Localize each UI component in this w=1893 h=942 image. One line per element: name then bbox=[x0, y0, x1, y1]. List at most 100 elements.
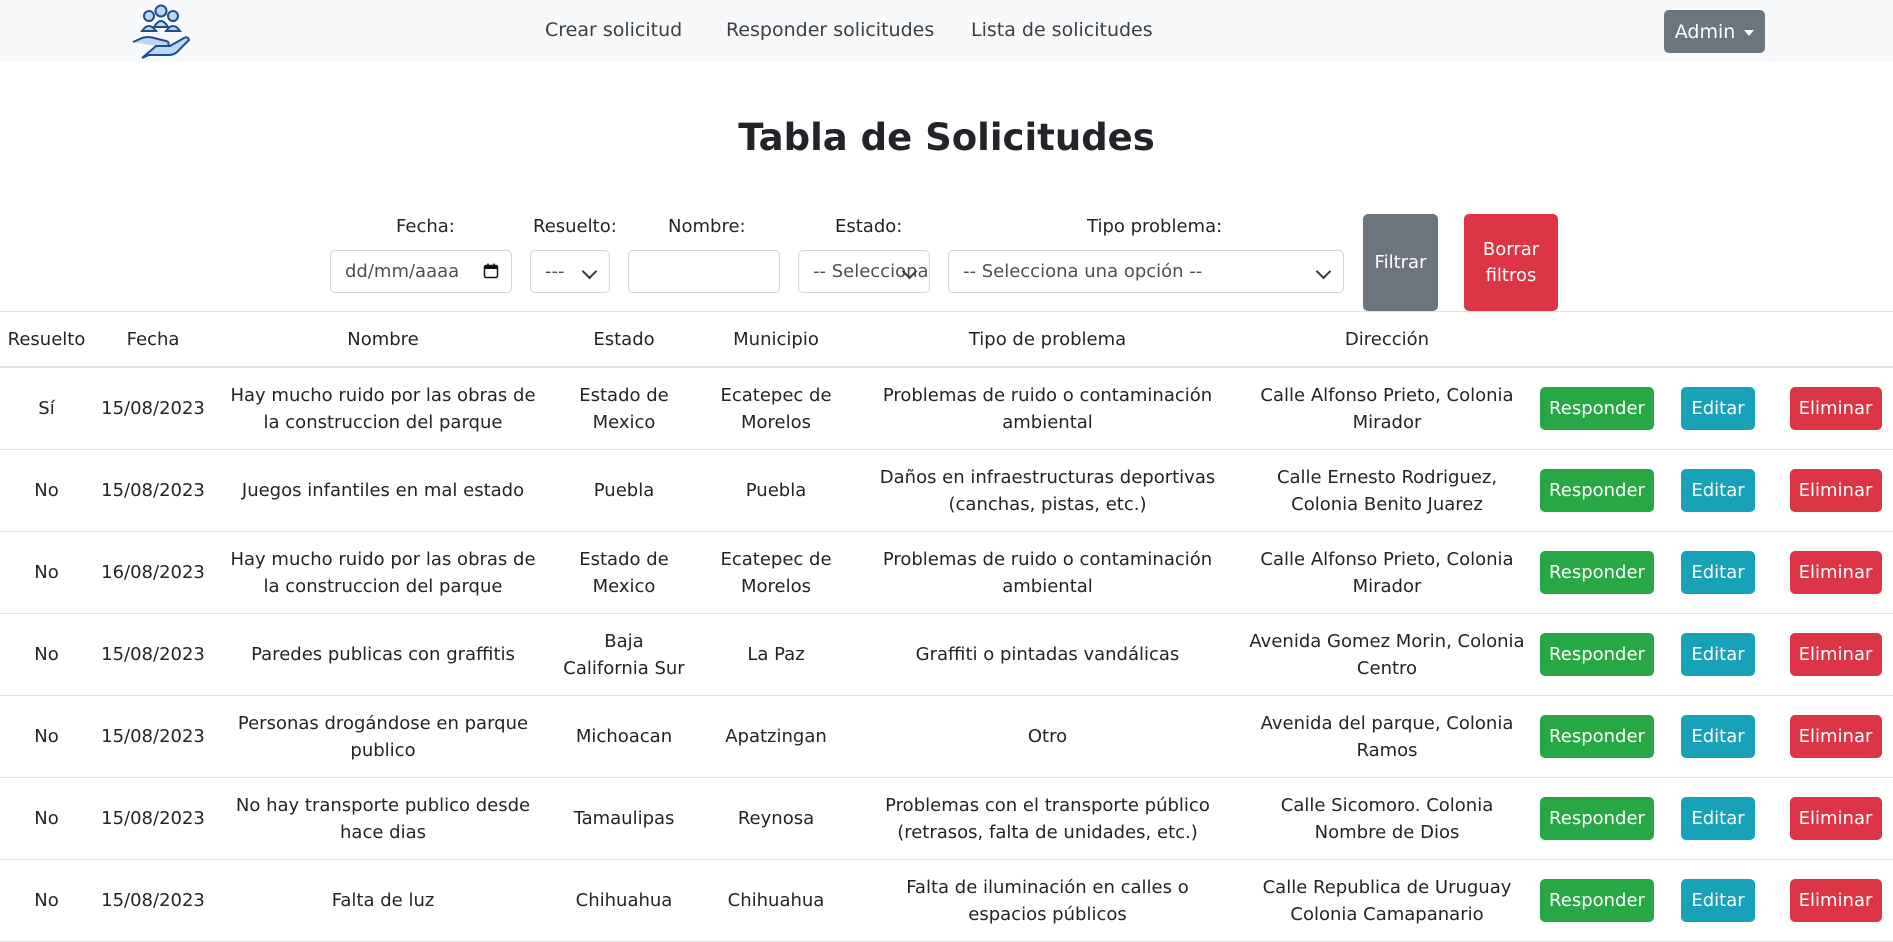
editar-button[interactable]: Editar bbox=[1681, 387, 1755, 430]
cell-fecha: 16/08/2023 bbox=[93, 531, 213, 614]
eliminar-button[interactable]: Eliminar bbox=[1789, 715, 1882, 758]
cell-tipo-problema: Falta de iluminación en calles o espacio… bbox=[857, 859, 1238, 942]
cell-fecha: 15/08/2023 bbox=[93, 367, 213, 450]
editar-button[interactable]: Editar bbox=[1681, 551, 1755, 594]
cell-resuelto: No bbox=[0, 777, 93, 860]
borrar-filtros-button[interactable]: Borrar filtros bbox=[1464, 214, 1558, 311]
table-row: No 15/08/2023 Personas drogándose en par… bbox=[0, 695, 1893, 778]
cell-municipio: Ecatepec de Morelos bbox=[695, 367, 857, 450]
cell-municipio: La Paz bbox=[695, 613, 857, 696]
editar-button[interactable]: Editar bbox=[1681, 633, 1755, 676]
chevron-down-icon bbox=[581, 263, 598, 280]
responder-button[interactable]: Responder bbox=[1540, 469, 1654, 512]
table-header-row: Resuelto Fecha Nombre Estado Municipio T… bbox=[0, 311, 1893, 368]
eliminar-button[interactable]: Eliminar bbox=[1789, 797, 1882, 840]
cell-estado: Puebla bbox=[553, 449, 695, 532]
header-direccion: Dirección bbox=[1238, 311, 1536, 368]
resuelto-select[interactable]: --- bbox=[530, 250, 610, 293]
cell-tipo-problema: Graffiti o pintadas vandálicas bbox=[857, 613, 1238, 696]
responder-button[interactable]: Responder bbox=[1540, 715, 1654, 758]
nav-responder-solicitudes[interactable]: Responder solicitudes bbox=[726, 19, 934, 41]
editar-button[interactable]: Editar bbox=[1681, 469, 1755, 512]
editar-button[interactable]: Editar bbox=[1681, 715, 1755, 758]
eliminar-button[interactable]: Eliminar bbox=[1789, 879, 1882, 922]
cell-direccion: Calle Alfonso Prieto, Colonia Mirador bbox=[1238, 531, 1536, 614]
cell-direccion: Calle Alfonso Prieto, Colonia Mirador bbox=[1238, 367, 1536, 450]
cell-nombre: Falta de luz bbox=[213, 859, 553, 942]
calendar-icon[interactable] bbox=[483, 263, 499, 279]
responder-button[interactable]: Responder bbox=[1540, 797, 1654, 840]
cell-tipo-problema: Problemas con el transporte público (ret… bbox=[857, 777, 1238, 860]
header-municipio: Municipio bbox=[695, 311, 857, 368]
responder-button[interactable]: Responder bbox=[1540, 387, 1654, 430]
header-fecha: Fecha bbox=[93, 311, 213, 368]
cell-direccion: Calle Republica de Uruguay Colonia Camap… bbox=[1238, 859, 1536, 942]
cell-estado: Michoacan bbox=[553, 695, 695, 778]
admin-dropdown-button[interactable]: Admin bbox=[1664, 10, 1765, 53]
resuelto-label: Resuelto: bbox=[533, 216, 617, 237]
eliminar-button[interactable]: Eliminar bbox=[1789, 387, 1882, 430]
responder-button[interactable]: Responder bbox=[1540, 551, 1654, 594]
admin-label: Admin bbox=[1674, 20, 1736, 43]
header-action-eliminar bbox=[1778, 311, 1893, 368]
cell-tipo-problema: Daños en infraestructuras deportivas (ca… bbox=[857, 449, 1238, 532]
cell-direccion: Avenida Gomez Morin, Colonia Centro bbox=[1238, 613, 1536, 696]
solicitudes-table: Resuelto Fecha Nombre Estado Municipio T… bbox=[0, 311, 1893, 942]
cell-nombre: Paredes publicas con graffitis bbox=[213, 613, 553, 696]
header-action-responder bbox=[1536, 311, 1658, 368]
cell-resuelto: No bbox=[0, 449, 93, 532]
header-tipo-problema: Tipo de problema bbox=[857, 311, 1238, 368]
cell-tipo-problema: Otro bbox=[857, 695, 1238, 778]
cell-nombre: Hay mucho ruido por las obras de la cons… bbox=[213, 367, 553, 450]
cell-direccion: Calle Ernesto Rodriguez, Colonia Benito … bbox=[1238, 449, 1536, 532]
chevron-down-icon bbox=[1315, 263, 1332, 280]
table-row: No 16/08/2023 Hay mucho ruido por las ob… bbox=[0, 531, 1893, 614]
page-title: Tabla de Solicitudes bbox=[738, 116, 1155, 159]
fecha-date-input[interactable]: dd/mm/aaaa bbox=[330, 250, 512, 293]
cell-direccion: Avenida del parque, Colonia Ramos bbox=[1238, 695, 1536, 778]
cell-municipio: Puebla bbox=[695, 449, 857, 532]
community-hand-logo-icon[interactable] bbox=[130, 2, 192, 62]
estado-select[interactable]: -- Selecciona una opción -- bbox=[798, 250, 930, 293]
filtrar-button[interactable]: Filtrar bbox=[1363, 214, 1438, 311]
table-row: Sí 15/08/2023 Hay mucho ruido por las ob… bbox=[0, 367, 1893, 450]
eliminar-button[interactable]: Eliminar bbox=[1789, 633, 1882, 676]
cell-estado: Estado de Mexico bbox=[553, 367, 695, 450]
eliminar-button[interactable]: Eliminar bbox=[1789, 551, 1882, 594]
cell-resuelto: No bbox=[0, 613, 93, 696]
nombre-input[interactable] bbox=[628, 250, 780, 293]
editar-button[interactable]: Editar bbox=[1681, 797, 1755, 840]
cell-estado: Chihuahua bbox=[553, 859, 695, 942]
cell-fecha: 15/08/2023 bbox=[93, 777, 213, 860]
nombre-label: Nombre: bbox=[668, 216, 746, 237]
cell-fecha: 15/08/2023 bbox=[93, 613, 213, 696]
editar-button[interactable]: Editar bbox=[1681, 879, 1755, 922]
table-row: No 15/08/2023 Juegos infantiles en mal e… bbox=[0, 449, 1893, 532]
table-row: No 15/08/2023 Paredes publicas con graff… bbox=[0, 613, 1893, 696]
cell-direccion: Calle Sicomoro. Colonia Nombre de Dios bbox=[1238, 777, 1536, 860]
caret-down-icon bbox=[1744, 29, 1755, 36]
cell-municipio: Ecatepec de Morelos bbox=[695, 531, 857, 614]
cell-nombre: No hay transporte publico desde hace dia… bbox=[213, 777, 553, 860]
table-body: Sí 15/08/2023 Hay mucho ruido por las ob… bbox=[0, 367, 1893, 942]
cell-fecha: 15/08/2023 bbox=[93, 695, 213, 778]
table-row: No 15/08/2023 Falta de luz Chihuahua Chi… bbox=[0, 859, 1893, 942]
fecha-placeholder: dd/mm/aaaa bbox=[345, 261, 460, 282]
tipo-problema-select[interactable]: -- Selecciona una opción -- bbox=[948, 250, 1344, 293]
tipo-problema-value: -- Selecciona una opción -- bbox=[963, 261, 1203, 282]
nav-crear-solicitud[interactable]: Crear solicitud bbox=[545, 19, 682, 41]
responder-button[interactable]: Responder bbox=[1540, 879, 1654, 922]
cell-tipo-problema: Problemas de ruido o contaminación ambie… bbox=[857, 531, 1238, 614]
cell-tipo-problema: Problemas de ruido o contaminación ambie… bbox=[857, 367, 1238, 450]
table-row: No 15/08/2023 No hay transporte publico … bbox=[0, 777, 1893, 860]
cell-estado: Estado de Mexico bbox=[553, 531, 695, 614]
cell-nombre: Hay mucho ruido por las obras de la cons… bbox=[213, 531, 553, 614]
header-estado: Estado bbox=[553, 311, 695, 368]
cell-resuelto: No bbox=[0, 531, 93, 614]
nav-lista-solicitudes[interactable]: Lista de solicitudes bbox=[971, 19, 1153, 41]
cell-resuelto: No bbox=[0, 695, 93, 778]
responder-button[interactable]: Responder bbox=[1540, 633, 1654, 676]
cell-municipio: Apatzingan bbox=[695, 695, 857, 778]
eliminar-button[interactable]: Eliminar bbox=[1789, 469, 1882, 512]
estado-label: Estado: bbox=[835, 216, 903, 237]
